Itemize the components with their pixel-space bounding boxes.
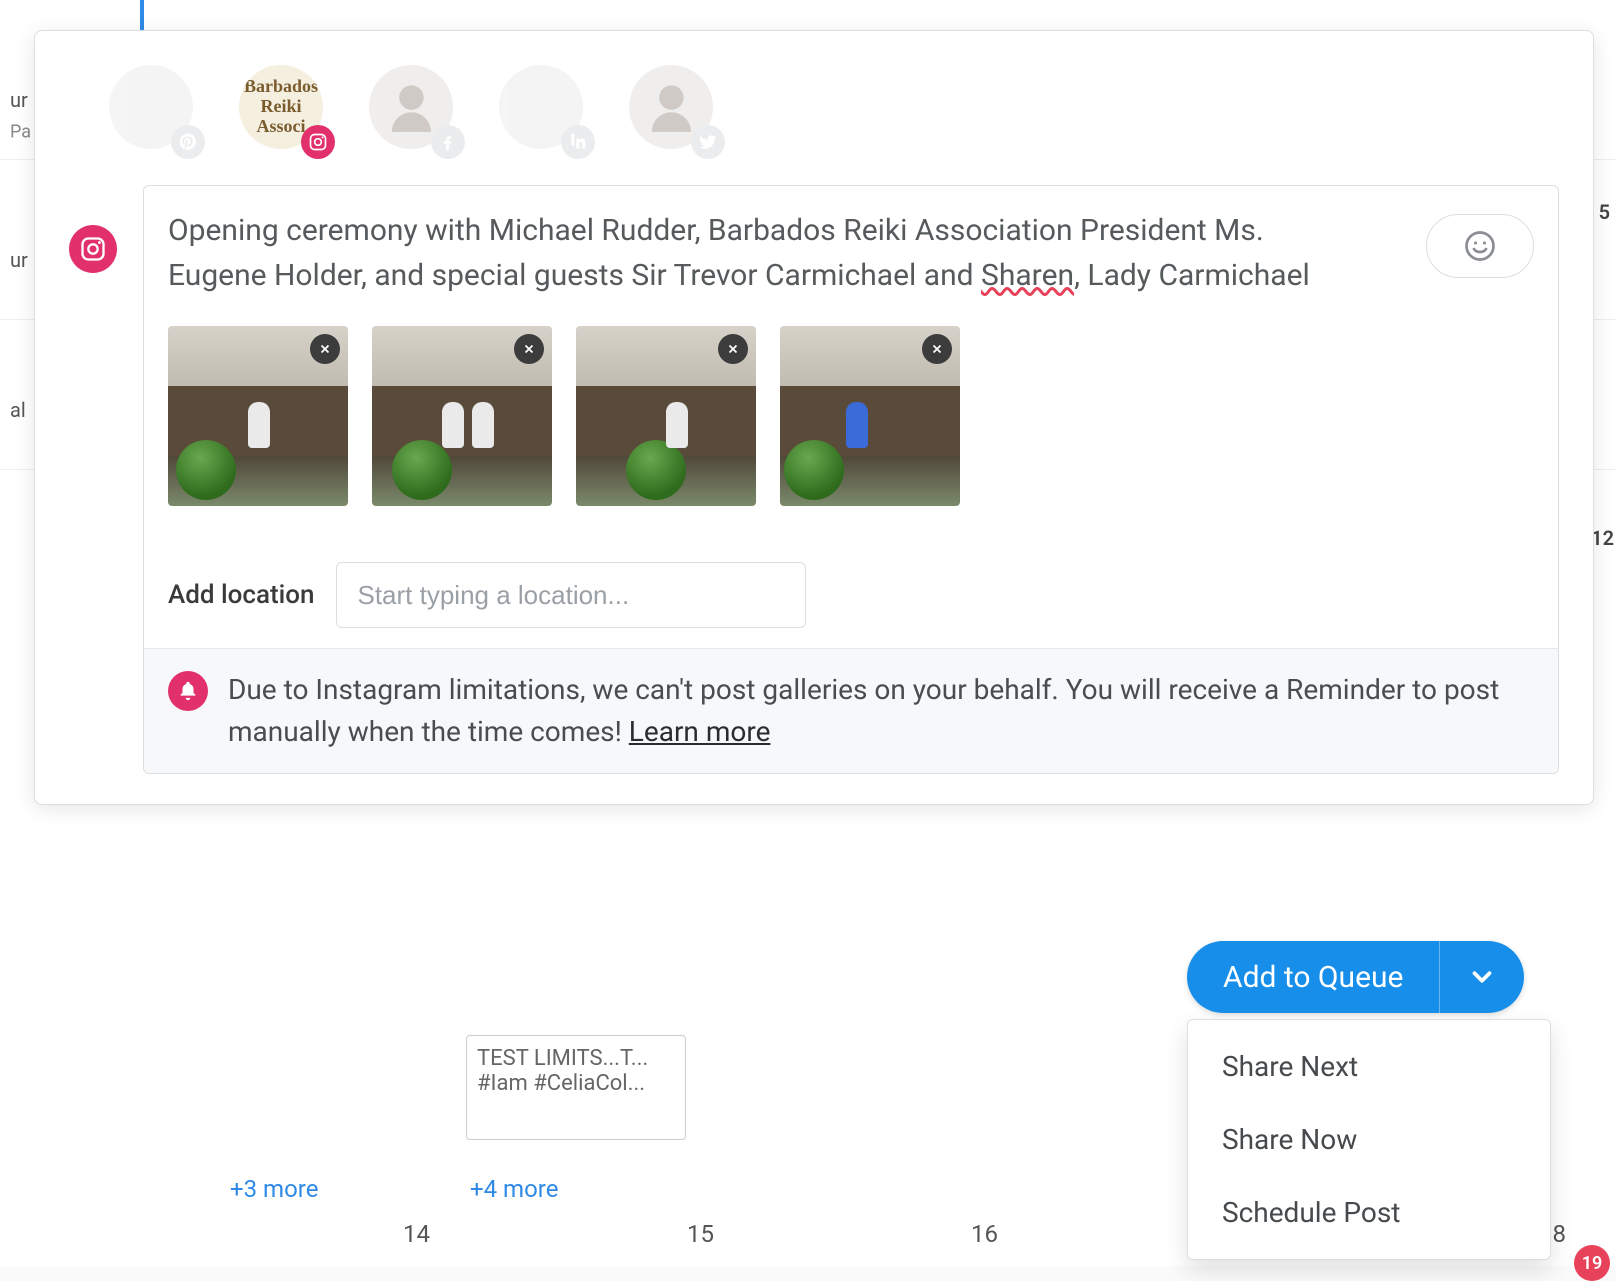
action-area: Add to Queue Share Next Share Now Schedu… <box>1187 941 1551 1260</box>
location-input[interactable] <box>336 562 806 628</box>
calendar-date: 15 <box>504 1220 744 1248</box>
calendar-date: 16 <box>788 1220 1028 1248</box>
remove-image-button[interactable] <box>718 334 748 364</box>
attachment-thumbnails <box>168 326 1534 506</box>
composer-modal: Barbados Reiki Associ <box>34 30 1594 805</box>
notice-message: Due to Instagram limitations, we can't p… <box>228 673 1499 748</box>
notice-text: Due to Instagram limitations, we can't p… <box>228 669 1534 753</box>
calendar-row-label: al <box>0 398 26 422</box>
calendar-side-number: 5 <box>1599 200 1610 224</box>
twitter-icon <box>691 125 725 159</box>
composer-card: Opening ceremony with Michael Rudder, Ba… <box>143 185 1559 774</box>
profile-facebook[interactable] <box>369 65 459 155</box>
event-line-1: TEST LIMITS...T... <box>477 1046 675 1071</box>
queue-dropdown-toggle[interactable] <box>1440 941 1524 1013</box>
calendar-event-card[interactable]: TEST LIMITS...T... #Iam #CeliaCol... <box>466 1035 686 1140</box>
schedule-post-item[interactable]: Schedule Post <box>1188 1176 1550 1249</box>
instagram-icon <box>301 125 335 159</box>
attachment-thumbnail[interactable] <box>576 326 756 506</box>
close-icon <box>318 342 332 356</box>
event-line-2: #Iam #CeliaCol... <box>477 1071 675 1096</box>
calendar-date-badge[interactable]: 19 <box>1574 1245 1610 1281</box>
post-textarea[interactable]: Opening ceremony with Michael Rudder, Ba… <box>168 208 1348 298</box>
calendar-row-label: ur <box>0 88 28 112</box>
profile-pinterest[interactable] <box>109 65 199 155</box>
share-now-item[interactable]: Share Now <box>1188 1103 1550 1176</box>
chevron-down-icon <box>1467 962 1497 992</box>
post-text-suffix: , Lady Carmichael <box>1074 258 1310 293</box>
profile-selector-row: Barbados Reiki Associ <box>109 65 1559 155</box>
calendar-row-sublabel: Pa <box>0 122 31 143</box>
attachment-thumbnail[interactable] <box>372 326 552 506</box>
post-text-spellerror: Sharen <box>981 258 1074 293</box>
close-icon <box>930 342 944 356</box>
location-row: Add location <box>168 562 1534 628</box>
close-icon <box>726 342 740 356</box>
calendar-date: 14 <box>220 1220 460 1248</box>
facebook-icon <box>431 125 465 159</box>
linkedin-icon <box>561 125 595 159</box>
close-icon <box>522 342 536 356</box>
remove-image-button[interactable] <box>514 334 544 364</box>
composer: Opening ceremony with Michael Rudder, Ba… <box>69 185 1559 774</box>
share-next-item[interactable]: Share Next <box>1188 1030 1550 1103</box>
add-to-queue-split-button: Add to Queue <box>1187 941 1524 1013</box>
calendar-more-link[interactable]: +4 more <box>470 1175 558 1203</box>
bell-icon <box>168 671 208 711</box>
smile-icon <box>1462 228 1498 264</box>
profile-twitter[interactable] <box>629 65 719 155</box>
timeline-marker <box>140 0 144 30</box>
learn-more-link[interactable]: Learn more <box>629 715 771 748</box>
remove-image-button[interactable] <box>310 334 340 364</box>
attachment-thumbnail[interactable] <box>168 326 348 506</box>
add-location-label: Add location <box>168 580 314 610</box>
emoji-button[interactable] <box>1426 214 1534 278</box>
pinterest-icon <box>171 125 205 159</box>
calendar-row-label: ur <box>0 248 28 272</box>
add-to-queue-button[interactable]: Add to Queue <box>1187 941 1439 1013</box>
queue-dropdown-menu: Share Next Share Now Schedule Post <box>1187 1019 1551 1260</box>
remove-image-button[interactable] <box>922 334 952 364</box>
calendar-side-number: 12 <box>1591 526 1614 550</box>
profile-linkedin[interactable] <box>499 65 589 155</box>
instagram-icon <box>69 225 117 273</box>
calendar-more-link[interactable]: +3 more <box>230 1175 318 1203</box>
profile-instagram[interactable]: Barbados Reiki Associ <box>239 65 329 155</box>
attachment-thumbnail[interactable] <box>780 326 960 506</box>
notice-banner: Due to Instagram limitations, we can't p… <box>144 648 1558 773</box>
